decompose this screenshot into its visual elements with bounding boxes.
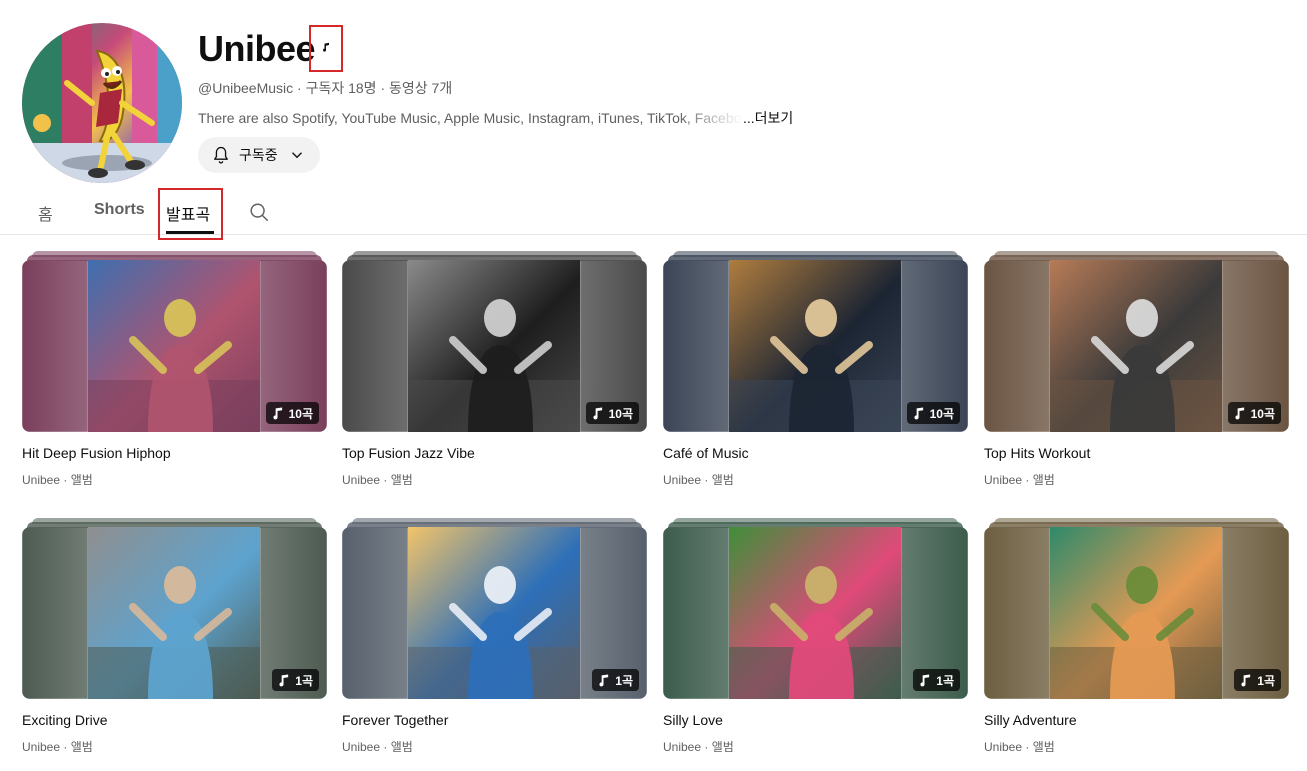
tab-home[interactable]: 홈 <box>38 201 53 225</box>
album-card[interactable]: 10곡 Top Fusion Jazz Vibe Unibee · 앨범 <box>342 251 647 487</box>
track-count: 10곡 <box>929 406 954 421</box>
album-title[interactable]: Silly Adventure <box>984 712 1077 728</box>
album-thumbnail[interactable]: 10곡 <box>663 260 968 432</box>
music-note-icon <box>1235 406 1244 419</box>
album-card[interactable]: 1곡 Silly Love Unibee · 앨범 <box>663 518 968 754</box>
album-title[interactable]: Forever Together <box>342 712 448 728</box>
track-count: 1곡 <box>615 673 633 688</box>
track-count-badge: 10곡 <box>906 402 960 424</box>
album-card[interactable]: 10곡 Hit Deep Fusion Hiphop Unibee · 앨범 <box>22 251 327 487</box>
album-subtitle: Unibee · 앨범 <box>22 473 93 487</box>
album-cover-image <box>729 527 901 699</box>
album-card[interactable]: 1곡 Silly Adventure Unibee · 앨범 <box>984 518 1289 754</box>
music-note-icon <box>914 406 923 419</box>
album-thumbnail[interactable]: 1곡 <box>663 527 968 699</box>
bell-icon <box>214 146 228 164</box>
album-title[interactable]: Top Hits Workout <box>984 445 1090 461</box>
thumbnail-blur-left <box>22 527 88 699</box>
track-count: 10곡 <box>1250 406 1275 421</box>
banana-character-illustration <box>22 23 182 183</box>
thumbnail-blur-left <box>22 260 88 432</box>
track-count: 10곡 <box>288 406 313 421</box>
album-cover-image <box>1050 527 1222 699</box>
album-subtitle: Unibee · 앨범 <box>663 740 734 754</box>
subscribed-button[interactable]: 구독중 <box>198 137 320 173</box>
album-title[interactable]: Exciting Drive <box>22 712 108 728</box>
track-count-badge: 1곡 <box>1234 669 1281 691</box>
thumbnail-blur-left <box>663 527 729 699</box>
thumbnail-blur-left <box>342 527 408 699</box>
album-thumbnail[interactable]: 10곡 <box>984 260 1289 432</box>
album-subtitle: Unibee · 앨범 <box>984 740 1055 754</box>
channel-name: Unibee <box>198 28 316 69</box>
album-title[interactable]: Hit Deep Fusion Hiphop <box>22 445 171 461</box>
track-count-badge: 10곡 <box>585 402 639 424</box>
music-note-icon <box>593 406 602 419</box>
album-thumbnail[interactable]: 10곡 <box>22 260 327 432</box>
music-note-icon <box>273 406 282 419</box>
album-title[interactable]: Café of Music <box>663 445 749 461</box>
album-cover-image <box>408 527 580 699</box>
album-card[interactable]: 10곡 Café of Music Unibee · 앨범 <box>663 251 968 487</box>
music-note-icon <box>1241 673 1251 686</box>
thumbnail-blur-left <box>663 260 729 432</box>
album-subtitle: Unibee · 앨범 <box>984 473 1055 487</box>
album-thumbnail[interactable]: 1곡 <box>22 527 327 699</box>
album-thumbnail[interactable]: 1곡 <box>984 527 1289 699</box>
description-text: There are also Spotify, YouTube Music, A… <box>198 110 743 126</box>
album-title[interactable]: Silly Love <box>663 712 723 728</box>
track-count: 1곡 <box>295 673 313 688</box>
album-card[interactable]: 1곡 Exciting Drive Unibee · 앨범 <box>22 518 327 754</box>
track-count-badge: 1곡 <box>272 669 319 691</box>
track-count-badge: 10곡 <box>1227 402 1281 424</box>
music-note-icon <box>279 673 289 686</box>
thumbnail-blur-left <box>342 260 408 432</box>
channel-avatar[interactable] <box>22 23 182 183</box>
channel-handle: @UnibeeMusic <box>198 80 294 96</box>
channel-meta: @UnibeeMusic · 구독자 18명 · 동영상 7개 <box>198 78 452 98</box>
music-note-icon <box>323 42 329 52</box>
album-cover-image <box>729 260 901 432</box>
album-cover-image <box>88 260 260 432</box>
thumbnail-blur-left <box>984 527 1050 699</box>
channel-description[interactable]: There are also Spotify, YouTube Music, A… <box>198 108 798 128</box>
channel-tabs: 홈 Shorts 발표곡 <box>0 188 1307 240</box>
track-count: 10곡 <box>608 406 633 421</box>
thumbnail-blur-left <box>984 260 1050 432</box>
subscribed-label: 구독중 <box>239 147 278 163</box>
more-link[interactable]: ...더보기 <box>743 108 793 128</box>
music-note-icon <box>599 673 609 686</box>
track-count-badge: 10곡 <box>265 402 319 424</box>
channel-stats: · 구독자 18명 · 동영상 7개 <box>293 80 453 96</box>
album-subtitle: Unibee · 앨범 <box>342 740 413 754</box>
track-count: 1곡 <box>936 673 954 688</box>
track-count: 1곡 <box>1257 673 1275 688</box>
album-card[interactable]: 1곡 Forever Together Unibee · 앨범 <box>342 518 647 754</box>
official-artist-badge <box>309 25 343 72</box>
album-cover-image <box>408 260 580 432</box>
track-count-badge: 1곡 <box>913 669 960 691</box>
track-count-badge: 1곡 <box>592 669 639 691</box>
album-subtitle: Unibee · 앨범 <box>342 473 413 487</box>
search-icon[interactable] <box>248 201 270 223</box>
album-title[interactable]: Top Fusion Jazz Vibe <box>342 445 475 461</box>
album-thumbnail[interactable]: 1곡 <box>342 527 647 699</box>
album-card[interactable]: 10곡 Top Hits Workout Unibee · 앨범 <box>984 251 1289 487</box>
album-subtitle: Unibee · 앨범 <box>22 740 93 754</box>
chevron-down-icon <box>291 152 302 159</box>
album-thumbnail[interactable]: 10곡 <box>342 260 647 432</box>
highlight-box <box>158 188 223 240</box>
tab-shorts[interactable]: Shorts <box>94 201 145 219</box>
album-cover-image <box>88 527 260 699</box>
music-note-icon <box>920 673 930 686</box>
album-subtitle: Unibee · 앨범 <box>663 473 734 487</box>
album-cover-image <box>1050 260 1222 432</box>
